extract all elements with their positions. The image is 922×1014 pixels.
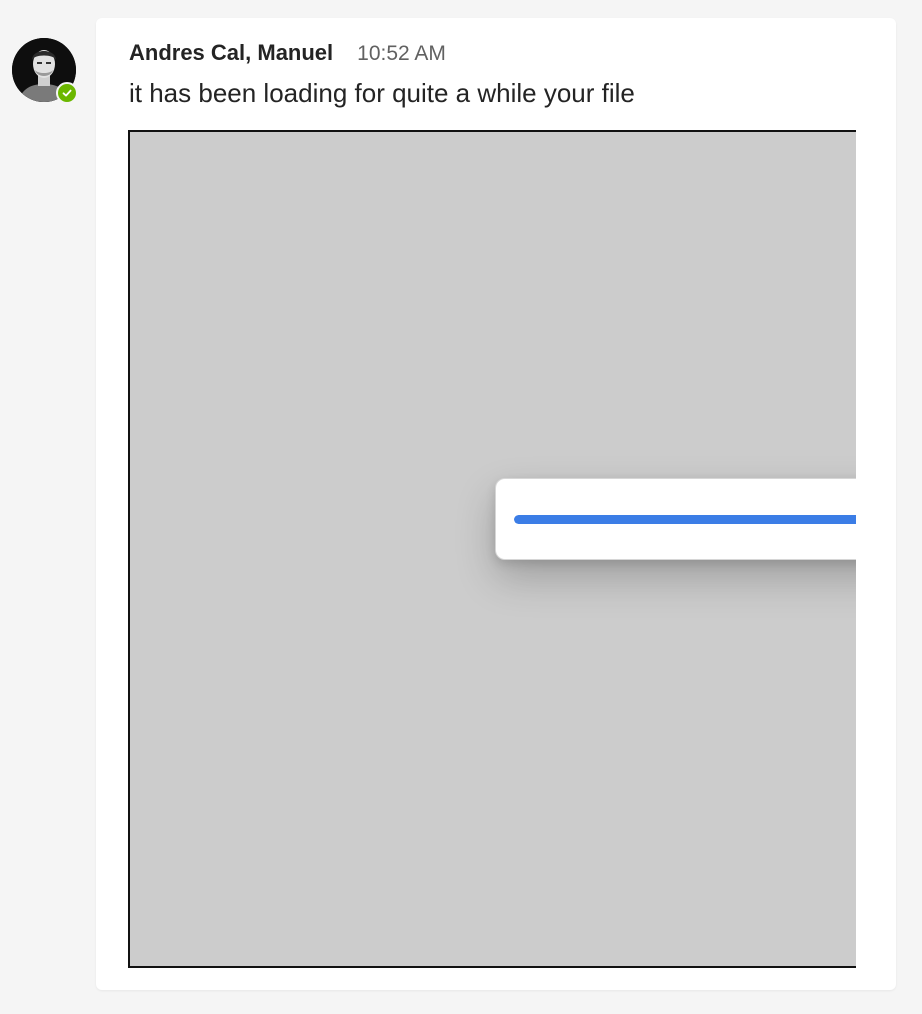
progress-bar [514,515,856,524]
checkmark-icon [62,89,72,97]
message-header: Andres Cal, Manuel 10:52 AM [129,40,446,66]
avatar[interactable] [12,38,78,104]
sender-name[interactable]: Andres Cal, Manuel [129,40,333,66]
presence-available-badge [56,82,78,104]
message-timestamp: 10:52 AM [357,42,446,65]
message-card[interactable]: Andres Cal, Manuel 10:52 AM it has been … [96,18,896,990]
loading-dialog [495,478,856,560]
image-attachment[interactable] [128,130,856,968]
message-text: it has been loading for quite a while yo… [129,78,635,108]
chat-thread: Andres Cal, Manuel 10:52 AM it has been … [0,0,922,1014]
progress-bar-fill [514,515,856,524]
